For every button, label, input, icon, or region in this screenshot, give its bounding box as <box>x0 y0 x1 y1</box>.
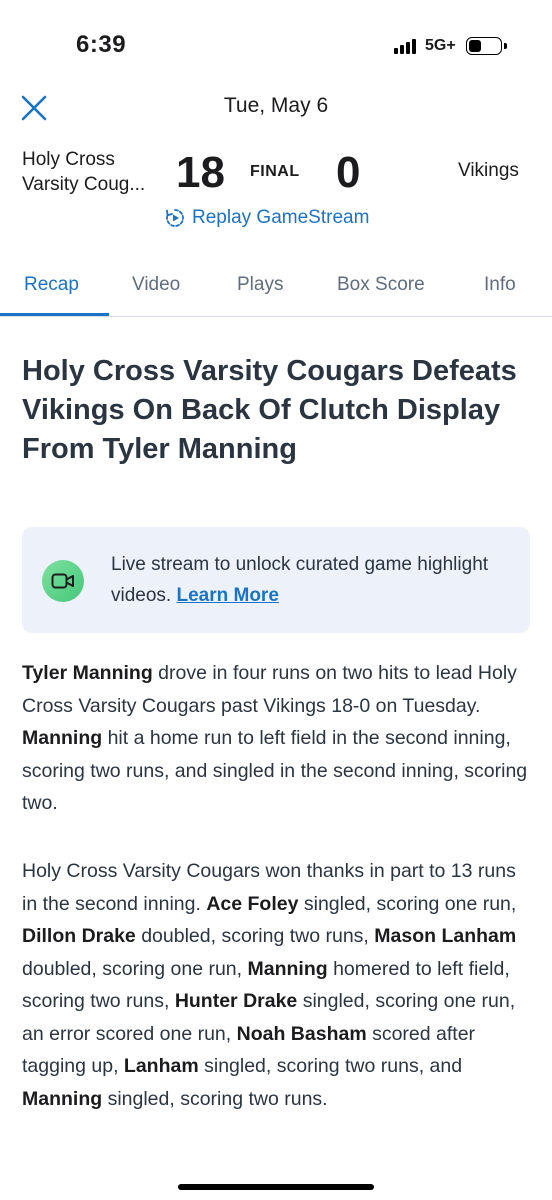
status-time: 6:39 <box>76 31 127 58</box>
tab-recap[interactable]: Recap <box>24 274 79 296</box>
battery-cap <box>504 43 507 49</box>
promo-text: Live stream to unlock curated game highl… <box>111 549 511 611</box>
recap-paragraph-1: Tyler Manning drove in four runs on two … <box>22 657 532 820</box>
tab-bar: Recap Video Plays Box Score Info <box>0 264 552 317</box>
game-date: Tue, May 6 <box>223 94 329 117</box>
player-name: Lanham <box>123 1055 199 1077</box>
player-name: Hunter Drake <box>174 990 298 1012</box>
away-team-name[interactable]: Vikings <box>458 160 519 182</box>
battery-icon <box>466 37 502 55</box>
recap-text: doubled, scoring two runs, <box>135 925 375 947</box>
home-team-line2: Varsity Coug... <box>22 174 146 195</box>
network-label: 5G+ <box>425 37 456 54</box>
home-team-name[interactable]: Holy Cross Varsity Coug... <box>22 147 172 197</box>
recap-paragraph-2: Holy Cross Varsity Cougars won thanks in… <box>22 855 532 1115</box>
home-score: 18 <box>176 148 225 197</box>
article-headline: Holy Cross Varsity Cougars Defeats Vikin… <box>22 355 517 465</box>
recap-text: singled, scoring two runs. <box>102 1087 328 1110</box>
away-score: 0 <box>336 148 361 197</box>
recap-text: singled, scoring one run, <box>298 892 517 915</box>
tab-info[interactable]: Info <box>484 274 516 296</box>
learn-more-link[interactable]: Learn More <box>176 585 278 606</box>
active-tab-indicator <box>0 313 109 316</box>
tab-box-score[interactable]: Box Score <box>337 274 425 296</box>
recap-text: doubled, scoring one run, <box>22 957 248 980</box>
video-camera-icon <box>42 560 84 602</box>
status-bar: 6:39 5G+ <box>0 0 552 70</box>
player-name: Tyler Manning <box>22 662 153 684</box>
game-status: FINAL <box>250 163 300 180</box>
replay-gamestream-link[interactable]: Replay GameStream <box>164 207 369 229</box>
replay-label: Replay GameStream <box>192 207 370 228</box>
home-indicator[interactable] <box>178 1184 374 1190</box>
tab-plays[interactable]: Plays <box>237 274 283 296</box>
recap-text: singled, scoring two runs, and <box>198 1055 463 1077</box>
replay-icon <box>166 209 184 227</box>
player-name: Noah Basham <box>236 1022 367 1045</box>
player-name: Manning <box>22 727 103 749</box>
player-name: Manning <box>247 957 328 980</box>
promo-message: Live stream to unlock curated game highl… <box>111 554 489 606</box>
player-name: Ace Foley <box>206 892 299 915</box>
livestream-promo-card: Live stream to unlock curated game highl… <box>22 527 530 633</box>
player-name: Manning <box>22 1087 103 1110</box>
tab-video[interactable]: Video <box>132 274 180 296</box>
player-name: Dillon Drake <box>22 925 136 947</box>
signal-icon <box>394 38 420 54</box>
home-team-line1: Holy Cross <box>22 149 115 170</box>
player-name: Mason Lanham <box>374 925 517 947</box>
